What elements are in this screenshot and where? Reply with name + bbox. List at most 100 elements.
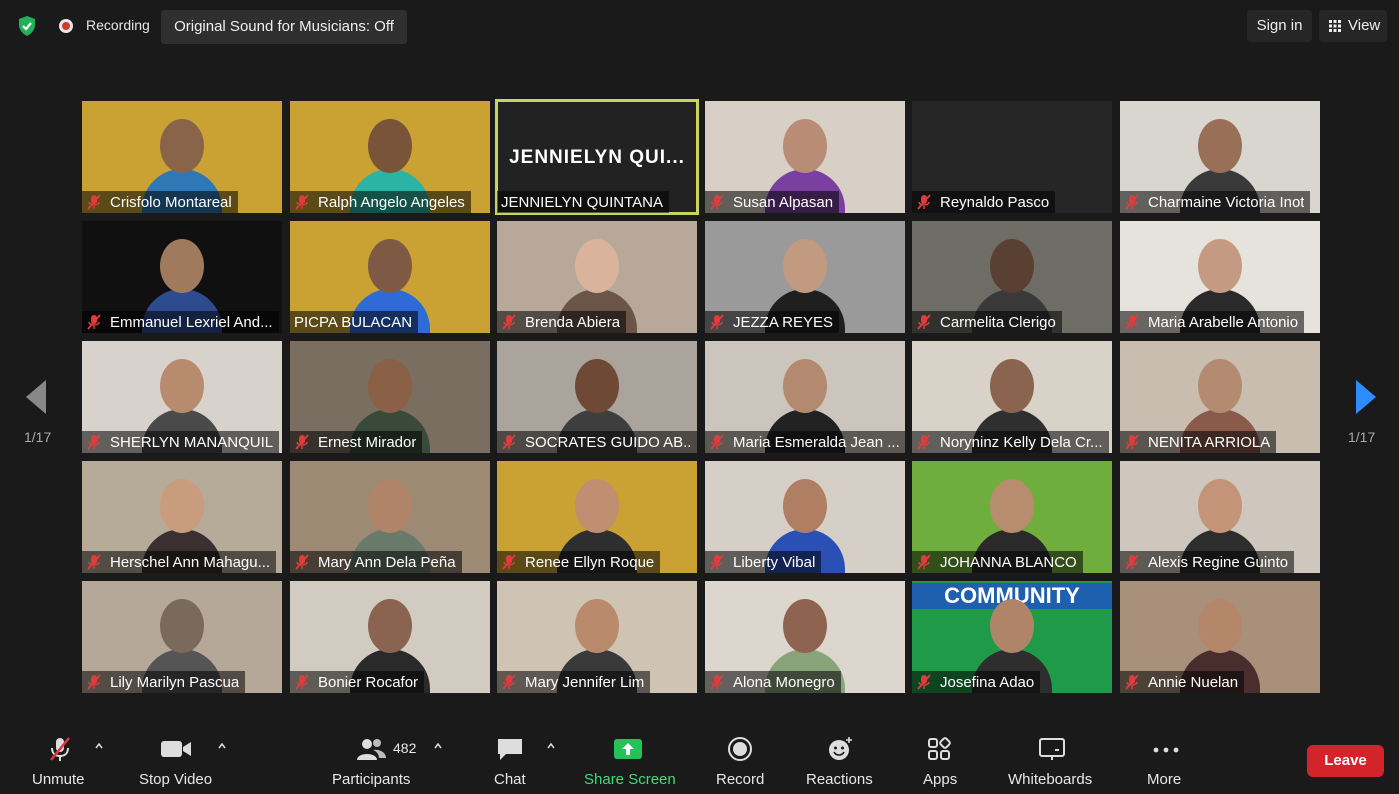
microphone-muted-icon xyxy=(710,434,724,450)
whiteboards-label: Whiteboards xyxy=(1008,771,1093,788)
audio-options-chevron-icon[interactable] xyxy=(95,742,103,750)
microphone-muted-icon xyxy=(917,194,931,210)
participant-name-label: NENITA ARRIOLA xyxy=(1120,431,1277,453)
microphone-muted-icon xyxy=(502,554,516,570)
share-screen-button[interactable]: Share Screen xyxy=(580,724,678,794)
participants-button[interactable]: 482 Participants xyxy=(325,724,420,794)
participant-video-tile[interactable]: Alona Monegro xyxy=(705,581,905,693)
page-indicator-left: 1/17 xyxy=(24,429,52,445)
view-button[interactable]: View xyxy=(1319,10,1387,42)
stop-video-button[interactable]: Stop Video xyxy=(130,724,222,794)
participant-video-tile[interactable]: Ernest Mirador xyxy=(290,341,490,453)
record-button[interactable]: Record xyxy=(712,724,770,794)
participant-name-label: JENNIELYN QUINTANA xyxy=(497,191,669,213)
participant-video-tile[interactable]: Annie Nuelan xyxy=(1120,581,1320,693)
participant-name: Mary Ann Dela Peña xyxy=(318,553,456,571)
reactions-button[interactable]: Reactions xyxy=(802,724,878,794)
microphone-muted-icon xyxy=(710,674,724,690)
participant-name-label: Lily Marilyn Pascua xyxy=(82,671,246,693)
participants-icon xyxy=(357,739,386,760)
participant-video-tile[interactable]: Lily Marilyn Pascua xyxy=(82,581,282,693)
participant-video-tile[interactable]: Maria Arabelle Antonio xyxy=(1120,221,1320,333)
participant-video-tile[interactable]: Alexis Regine Guinto xyxy=(1120,461,1320,573)
participant-name-label: Charmaine Victoria Inot xyxy=(1120,191,1311,213)
participant-name: JENNIELYN QUINTANA xyxy=(501,193,663,211)
participant-name: Alexis Regine Guinto xyxy=(1148,553,1289,571)
participant-name-label: Josefina Adao xyxy=(912,671,1041,693)
participant-video-tile[interactable]: PICPA BULACAN xyxy=(290,221,490,333)
sign-in-button[interactable]: Sign in xyxy=(1247,10,1312,42)
stop-video-label: Stop Video xyxy=(139,771,213,788)
participant-video-tile[interactable]: Emmanuel Lexriel And... xyxy=(82,221,282,333)
share-screen-label: Share Screen xyxy=(584,771,676,788)
microphone-muted-icon xyxy=(50,737,70,761)
leave-button[interactable]: Leave xyxy=(1307,745,1384,777)
participant-video-tile[interactable]: SOCRATES GUIDO AB... xyxy=(497,341,697,453)
participant-video-tile[interactable]: Mary Jennifer Lim xyxy=(497,581,697,693)
microphone-muted-icon xyxy=(295,554,309,570)
participant-video-tile[interactable]: Carmelita Clerigo xyxy=(912,221,1112,333)
participant-name-label: JEZZA REYES xyxy=(705,311,840,333)
participant-video-tile[interactable]: Liberty Vibal xyxy=(705,461,905,573)
chat-bubble-icon xyxy=(498,739,522,760)
previous-page-arrow-icon[interactable] xyxy=(26,380,46,414)
participant-name: JOHANNA BLANCO xyxy=(940,553,1077,571)
participant-name-label: Maria Esmeralda Jean ... xyxy=(705,431,905,453)
whiteboards-button[interactable]: Whiteboards xyxy=(1004,724,1100,794)
participant-video-tile[interactable]: Herschel Ann Mahagu... xyxy=(82,461,282,573)
more-button[interactable]: More xyxy=(1142,724,1190,794)
participant-name-label: SHERLYN MANANQUIL xyxy=(82,431,280,453)
unmute-button[interactable]: Unmute xyxy=(20,724,100,794)
next-page-arrow-icon[interactable] xyxy=(1356,380,1376,414)
participant-name: Maria Arabelle Antonio xyxy=(1148,313,1299,331)
participant-name: Carmelita Clerigo xyxy=(940,313,1056,331)
apps-label: Apps xyxy=(923,771,958,788)
participant-video-tile[interactable]: Mary Ann Dela Peña xyxy=(290,461,490,573)
record-icon xyxy=(728,737,752,761)
participant-video-tile[interactable]: Reynaldo Pasco xyxy=(912,101,1112,213)
participant-video-tile[interactable]: Brenda Abiera xyxy=(497,221,697,333)
chat-options-chevron-icon[interactable] xyxy=(547,742,555,750)
participant-video-tile[interactable]: Crisfolo Montareal xyxy=(82,101,282,213)
participant-video-tile[interactable]: COMMUNITY Josefina Adao xyxy=(912,581,1112,693)
participant-name: NENITA ARRIOLA xyxy=(1148,433,1271,451)
participant-video-tile[interactable]: Renee Ellyn Roque xyxy=(497,461,697,573)
participant-video-tile[interactable]: JENNIELYN QUI... JENNIELYN QUINTANA xyxy=(495,99,699,215)
grid-view-icon xyxy=(1329,20,1341,32)
participant-video-tile[interactable]: SHERLYN MANANQUIL xyxy=(82,341,282,453)
participant-video-tile[interactable]: Noryninz Kelly Dela Cr... xyxy=(912,341,1112,453)
participant-video-tile[interactable]: NENITA ARRIOLA xyxy=(1120,341,1320,453)
participant-name: Emmanuel Lexriel And... xyxy=(110,313,273,331)
participant-video-tile[interactable]: JEZZA REYES xyxy=(705,221,905,333)
participant-video-tile[interactable]: Bonier Rocafor xyxy=(290,581,490,693)
participant-video-tile[interactable]: Maria Esmeralda Jean ... xyxy=(705,341,905,453)
microphone-muted-icon xyxy=(502,674,516,690)
participant-video-tile[interactable]: Susan Alpasan xyxy=(705,101,905,213)
participants-options-chevron-icon[interactable] xyxy=(434,742,442,750)
participant-name: Annie Nuelan xyxy=(1148,673,1239,691)
participant-name-label: Alexis Regine Guinto xyxy=(1120,551,1295,573)
chat-button[interactable]: Chat xyxy=(488,724,534,794)
participant-name: JEZZA REYES xyxy=(733,313,834,331)
participant-name: Ernest Mirador xyxy=(318,433,417,451)
chat-label: Chat xyxy=(494,771,526,788)
microphone-muted-icon xyxy=(917,434,931,450)
participant-name-label: Crisfolo Montareal xyxy=(82,191,238,213)
participant-name: Liberty Vibal xyxy=(733,553,816,571)
meeting-top-bar: Recording Original Sound for Musicians: … xyxy=(0,0,1399,52)
participant-name: Charmaine Victoria Inot xyxy=(1148,193,1305,211)
apps-button[interactable]: Apps xyxy=(918,724,962,794)
participants-label: Participants xyxy=(332,771,411,788)
participant-video-tile[interactable]: Ralph Angelo Angeles xyxy=(290,101,490,213)
original-sound-button[interactable]: Original Sound for Musicians: Off xyxy=(161,10,407,44)
microphone-muted-icon xyxy=(710,314,724,330)
participant-name-label: PICPA BULACAN xyxy=(290,311,419,333)
participant-count-badge: 482 xyxy=(393,740,417,756)
video-options-chevron-icon[interactable] xyxy=(218,742,226,750)
participant-video-tile[interactable]: Charmaine Victoria Inot xyxy=(1120,101,1320,213)
participant-name-label: Carmelita Clerigo xyxy=(912,311,1062,333)
microphone-muted-icon xyxy=(502,314,516,330)
participant-video-tile[interactable]: JOHANNA BLANCO xyxy=(912,461,1112,573)
security-shield-icon[interactable] xyxy=(17,15,37,37)
participant-name-label: JOHANNA BLANCO xyxy=(912,551,1083,573)
